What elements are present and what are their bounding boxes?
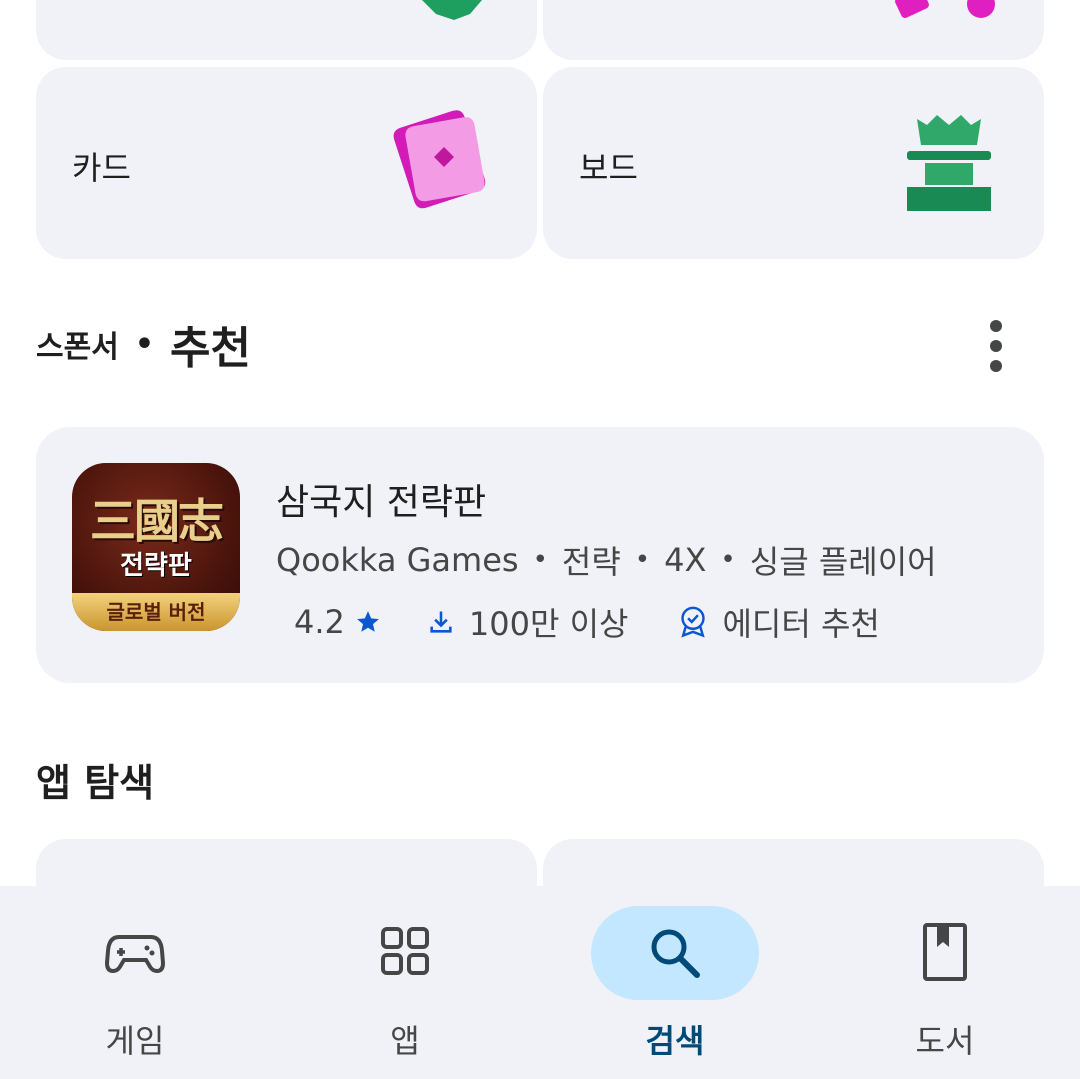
sponsor-label: 스폰서 bbox=[36, 330, 119, 365]
app-tag: 4X bbox=[664, 541, 707, 579]
editors-choice-badge: 에디터 추천 bbox=[678, 599, 880, 645]
app-rating: 4.2 bbox=[294, 603, 381, 641]
download-icon bbox=[430, 611, 452, 633]
star-icon bbox=[357, 611, 379, 632]
nav-item-books[interactable]: 도서 bbox=[810, 886, 1080, 1079]
app-downloads: 100만 이상 bbox=[427, 599, 629, 645]
search-icon bbox=[651, 929, 700, 978]
separator-dot: • bbox=[134, 326, 154, 362]
sponsored-section-header: 스폰서 • 추천 bbox=[36, 312, 251, 376]
category-label: 보드 bbox=[579, 149, 638, 187]
downloads-value: 100만 이상 bbox=[468, 605, 629, 643]
nav-label: 검색 bbox=[645, 1022, 705, 1060]
app-icon[interactable]: 三國志 전략판 글로벌 버전 bbox=[72, 463, 240, 631]
apps-grid-icon bbox=[381, 927, 429, 975]
app-meta: Qookka Games • 전략 • 4X • 싱글 플레이어 bbox=[276, 537, 937, 583]
app-icon-subtitle: 전략판 bbox=[120, 551, 192, 581]
app-tag: 싱글 플레이어 bbox=[749, 543, 937, 581]
category-tile-card[interactable]: 카드 bbox=[36, 67, 537, 259]
category-tile-board[interactable]: 보드 bbox=[543, 67, 1044, 259]
bottom-navigation: 게임 앱 검색 도서 bbox=[0, 886, 1080, 1079]
card-icon bbox=[393, 110, 486, 209]
green-block-icon bbox=[422, 0, 482, 20]
app-icon-banner: 글로벌 버전 bbox=[72, 593, 240, 631]
nav-item-search[interactable]: 검색 bbox=[540, 886, 810, 1079]
app-tag: 전략 bbox=[561, 543, 621, 581]
book-icon bbox=[923, 923, 967, 981]
nav-item-games[interactable]: 게임 bbox=[0, 886, 270, 1079]
rating-value: 4.2 bbox=[294, 603, 345, 641]
nav-label: 도서 bbox=[915, 1022, 975, 1060]
chess-rook-icon bbox=[907, 115, 991, 211]
more-vert-icon[interactable] bbox=[976, 316, 1016, 376]
category-tile-top-left[interactable] bbox=[36, 0, 537, 60]
gamepad-icon bbox=[105, 935, 165, 974]
editors-choice-icon bbox=[681, 606, 706, 638]
pink-shapes-icon bbox=[895, 0, 995, 18]
badge-label: 에디터 추천 bbox=[722, 605, 880, 643]
section-title: 추천 bbox=[170, 323, 251, 374]
category-label: 카드 bbox=[72, 149, 131, 187]
meta-separator: • bbox=[532, 545, 548, 575]
nav-label: 앱 bbox=[390, 1022, 420, 1060]
category-tile-top-right[interactable] bbox=[543, 0, 1044, 60]
nav-label: 게임 bbox=[105, 1022, 165, 1060]
app-developer: Qookka Games bbox=[276, 541, 519, 579]
explore-apps-title: 앱 탐색 bbox=[36, 761, 155, 805]
sponsored-app-card[interactable]: 三國志 전략판 글로벌 버전 삼국지 전략판 Qookka Games • 전략… bbox=[36, 427, 1044, 683]
app-icon-logo: 三國志 bbox=[90, 494, 224, 548]
nav-item-apps[interactable]: 앱 bbox=[270, 886, 540, 1079]
meta-separator: • bbox=[720, 545, 736, 575]
app-name: 삼국지 전략판 bbox=[276, 482, 487, 523]
play-store-search-page: 카드 보드 스폰서 • 추천 三國志 전략판 글로벌 버전 삼국지 전략판 Qo… bbox=[0, 0, 1080, 1079]
meta-separator: • bbox=[634, 545, 651, 575]
app-stats: 4.2 100만 이상 에디터 추천 bbox=[294, 599, 880, 645]
